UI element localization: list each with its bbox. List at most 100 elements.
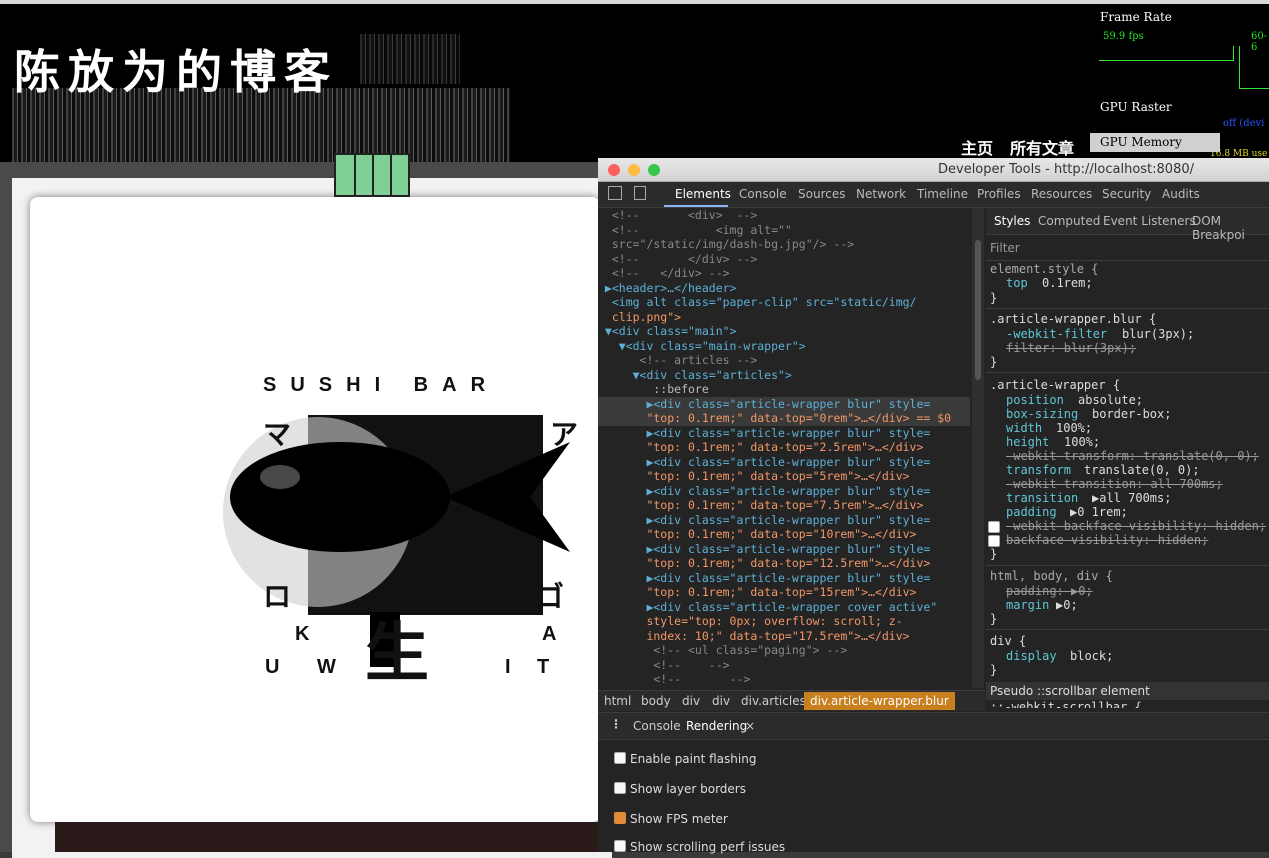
css-value[interactable]: absolute; [1078,393,1143,407]
option-fps-meter[interactable]: Show FPS meter [614,812,728,826]
css-property[interactable]: box-sizing [1006,407,1078,421]
css-value[interactable]: border-box; [1092,407,1171,421]
inspect-element-icon[interactable] [608,186,622,200]
styles-filter-input[interactable]: Filter [990,241,1020,255]
css-value[interactable]: ▶0; [1056,598,1078,612]
tab-resources[interactable]: Resources [1031,187,1092,201]
tab-security[interactable]: Security [1102,187,1151,201]
dom-line[interactable]: ▶<div class="article-wrapper blur" style… [598,426,970,441]
paint-flashing-checkbox[interactable] [614,752,626,764]
css-property[interactable]: top [1006,276,1028,290]
nav-home[interactable]: 主页 [961,135,993,159]
crumb-div-articles[interactable]: div.articles [741,694,806,708]
tab-timeline[interactable]: Timeline [917,187,968,201]
dom-line[interactable]: <!-- </div> --> [598,252,970,267]
dom-line[interactable]: <!-- </div> --> [598,266,970,281]
dom-line-selected[interactable]: "top: 0.1rem;" data-top="0rem">…</div> =… [598,411,970,426]
dom-line-selected[interactable]: ▶<div class="article-wrapper blur" style… [598,396,970,411]
drawer-tab-console[interactable]: Console [633,719,681,733]
blog-title[interactable]: 陈放为的博客 [14,36,338,102]
dom-tree[interactable]: <!-- <div> --> <!-- <img alt="" src="/st… [598,208,970,688]
dom-line[interactable]: <!-- <ul class="paging"> --> [598,643,970,658]
crumb-html[interactable]: html [604,694,631,708]
tab-dom-breakpoints[interactable]: DOM Breakpoi [1192,214,1269,242]
crumb-div[interactable]: div [682,694,700,708]
dom-tree-scrollbar[interactable] [972,208,984,688]
rule-selector[interactable]: html, body, div { [990,569,1113,583]
css-declaration-overridden[interactable]: filter: blur(3px); [1006,341,1136,355]
css-declaration-overridden[interactable]: padding: ▶0; [1006,584,1093,598]
tab-event-listeners[interactable]: Event Listeners [1103,214,1196,228]
tab-computed[interactable]: Computed [1038,214,1100,228]
rule-selector[interactable]: ::-webkit-scrollbar { [990,700,1142,708]
dom-line[interactable]: ▶<header>…</header> [598,281,970,296]
css-property[interactable]: height [1006,435,1049,449]
crumb-article-wrapper[interactable]: div.article-wrapper.blur [804,692,955,710]
tab-console[interactable]: Console [739,187,787,201]
close-window-button[interactable] [608,164,620,176]
css-declaration-overridden[interactable]: backface-visibility: hidden; [1006,533,1208,547]
crumb-div-2[interactable]: div [712,694,730,708]
option-paint-flashing[interactable]: Enable paint flashing [614,752,756,766]
dom-line[interactable]: "top: 0.1rem;" data-top="12.5rem">…</div… [598,556,970,571]
css-declaration-overridden[interactable]: -webkit-backface-visibility: hidden; [1006,519,1266,533]
fps-meter-checkbox[interactable] [614,812,626,824]
property-toggle-checkbox[interactable] [988,521,1000,533]
dom-line[interactable]: <img alt class="paper-clip" src="static/… [598,295,970,310]
zoom-window-button[interactable] [648,164,660,176]
device-mode-icon[interactable] [634,186,646,200]
css-value[interactable]: translate(0, 0); [1084,463,1200,477]
dom-line[interactable]: <!-- --> [598,672,970,687]
css-declaration-overridden[interactable]: -webkit-transform: translate(0, 0); [1006,449,1259,463]
tab-styles[interactable]: Styles [994,214,1030,228]
dom-line[interactable]: ::before [598,382,970,397]
nav-all-articles[interactable]: 所有文章 [1010,135,1074,159]
minimize-window-button[interactable] [628,164,640,176]
scrolling-perf-checkbox[interactable] [614,840,626,852]
drawer-menu-icon[interactable]: ⋮ [610,717,622,731]
dom-line[interactable]: ▶<div class="article-wrapper blur" style… [598,484,970,499]
rule-selector[interactable]: div { [990,634,1026,648]
css-value[interactable]: 100%; [1064,435,1100,449]
dom-line[interactable]: <!-- <div> --> [598,208,970,223]
dom-line[interactable]: index: 10;" data-top="17.5rem">…</div> [598,629,970,644]
dom-line[interactable]: ▶<div class="article-wrapper blur" style… [598,513,970,528]
option-layer-borders[interactable]: Show layer borders [614,782,746,796]
css-property[interactable]: -webkit-filter [1006,327,1107,341]
dom-line[interactable]: "top: 0.1rem;" data-top="10rem">…</div> [598,527,970,542]
crumb-body[interactable]: body [641,694,671,708]
css-property[interactable]: width [1006,421,1042,435]
dom-line[interactable]: ▼<div class="main"> [598,324,970,339]
drawer-tab-rendering[interactable]: Rendering [686,719,747,733]
css-property[interactable]: position [1006,393,1064,407]
dom-line[interactable]: ▼<div class="articles"> [598,368,970,383]
drawer-tab-close-icon[interactable]: × [745,719,755,733]
dom-line[interactable]: ▶<div class="article-wrapper blur" style… [598,571,970,586]
dom-line[interactable]: "top: 0.1rem;" data-top="15rem">…</div> [598,585,970,600]
article-card[interactable]: SUSHI BAR マ ア ロ ゴ 生 K A U W I T [30,197,600,822]
rule-selector[interactable]: .article-wrapper.blur { [990,312,1156,326]
css-value[interactable]: blur(3px); [1122,327,1194,341]
scrollbar-thumb[interactable] [975,240,981,380]
layer-borders-checkbox[interactable] [614,782,626,794]
dom-line[interactable]: ▶<div class="article-wrapper blur" style… [598,455,970,470]
css-value[interactable]: ▶0 1rem; [1070,505,1128,519]
css-property[interactable]: padding [1006,505,1057,519]
rule-selector[interactable]: .article-wrapper { [990,378,1120,392]
tab-audits[interactable]: Audits [1162,187,1200,201]
dom-line[interactable]: ▶<div class="article-wrapper blur" style… [598,542,970,557]
tab-elements[interactable]: Elements [675,187,731,201]
dom-line[interactable]: style="top: 0px; overflow: scroll; z- [598,614,970,629]
css-property[interactable]: margin [1006,598,1049,612]
css-property[interactable]: transform [1006,463,1071,477]
property-toggle-checkbox[interactable] [988,535,1000,547]
css-property[interactable]: transition [1006,491,1078,505]
tab-sources[interactable]: Sources [798,187,845,201]
tab-network[interactable]: Network [856,187,906,201]
css-value[interactable]: block; [1070,649,1113,663]
css-property[interactable]: display [1006,649,1057,663]
dom-line[interactable]: ▼<div class="main-wrapper"> [598,339,970,354]
dom-line[interactable]: <!-- --> [598,658,970,673]
tab-profiles[interactable]: Profiles [977,187,1021,201]
dom-line[interactable]: <!-- <img alt="" [598,223,970,238]
